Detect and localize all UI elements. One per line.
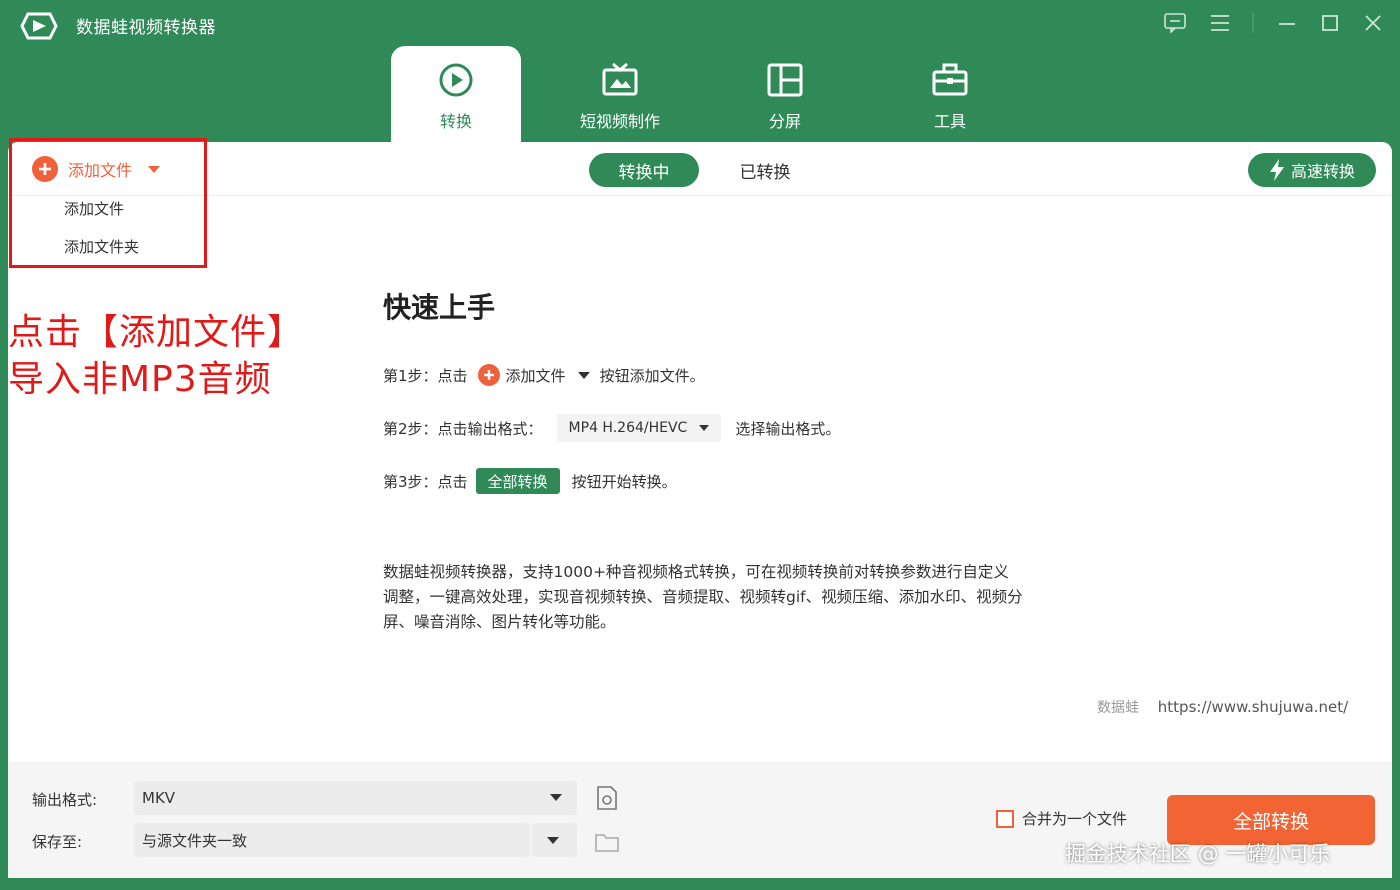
- chevron-down-icon: [699, 425, 710, 431]
- tab-converted[interactable]: 已转换: [730, 153, 800, 187]
- tab-short-video[interactable]: 短视频制作: [555, 46, 685, 142]
- divider: [1238, 8, 1268, 38]
- watermark-text: 掘金技术社区 @ 一罐小可乐: [1065, 842, 1331, 866]
- output-format-select[interactable]: MKV: [134, 781, 577, 815]
- chevron-down-icon: [577, 371, 590, 379]
- site-brand: 数据蛙: [1097, 700, 1139, 716]
- save-to-label: 保存至:: [32, 833, 83, 851]
- convert-icon: [439, 63, 473, 97]
- step-2-suffix: 选择输出格式。: [735, 419, 841, 438]
- step-2-format-chip: MP4 H.264/HEVC: [556, 414, 722, 442]
- tab-tools[interactable]: 工具: [885, 46, 1015, 142]
- split-screen-icon: [767, 63, 803, 97]
- tab-convert[interactable]: 转换: [391, 46, 521, 142]
- convert-toolbar: 添加文件: [8, 142, 1392, 196]
- folder-icon[interactable]: [594, 829, 620, 855]
- step-1-prefix: 第1步：点击: [383, 366, 468, 385]
- annotation-line-2: 导入非MP3音频: [8, 359, 272, 400]
- merge-checkbox[interactable]: [996, 809, 1014, 828]
- fast-convert-button[interactable]: 高速转换: [1248, 153, 1376, 187]
- annotation-highlight-box: [9, 138, 207, 268]
- title-bar: 数据蛙视频转换器: [0, 0, 1400, 50]
- step-1-suffix: 按钮添加文件。: [599, 366, 705, 385]
- chevron-down-icon[interactable]: [547, 837, 559, 844]
- toolbox-icon: [932, 63, 968, 96]
- step-3-convert-all-chip: 全部转换: [475, 468, 560, 494]
- lightning-icon: [1269, 159, 1284, 181]
- plus-icon: [477, 364, 500, 386]
- tab-converting[interactable]: 转换中: [589, 153, 699, 187]
- fast-convert-label: 高速转换: [1290, 162, 1355, 181]
- step-3-prefix: 第3步：点击: [383, 472, 468, 491]
- chevron-down-icon[interactable]: [550, 794, 562, 801]
- annotation-line-1: 点击【添加文件】: [8, 312, 305, 353]
- main-panel: 添加文件 添加文件 添加文件夹: [8, 142, 1392, 762]
- output-format-value: MKV: [142, 789, 176, 807]
- tab-label: 分屏: [768, 112, 801, 131]
- step-1: 第1步：点击 添加文件 按钮添加文件。: [383, 360, 705, 390]
- step-3-suffix: 按钮开始转换。: [571, 472, 677, 491]
- step-3: 第3步：点击 全部转换 按钮开始转换。: [383, 466, 677, 496]
- output-format-label: 输出格式:: [32, 791, 98, 809]
- maximize-icon[interactable]: [1315, 8, 1345, 38]
- app-logo-icon: [20, 12, 58, 40]
- step-1-chip-label: 添加文件: [505, 366, 566, 385]
- merge-option[interactable]: 合并为一个文件: [996, 808, 1127, 829]
- step-1-add-file-chip: 添加文件: [477, 364, 590, 386]
- save-to-value: 与源文件夹一致: [142, 831, 248, 850]
- tab-label: 转换: [439, 112, 472, 131]
- website-link[interactable]: https://www.shujuwa.net/: [1158, 698, 1348, 716]
- app-description: 数据蛙视频转换器，支持1000+种音视频格式转换，可在视频转换前对转换参数进行自…: [383, 563, 1023, 631]
- feedback-icon[interactable]: [1160, 8, 1190, 38]
- quickstart-title: 快速上手: [383, 291, 496, 324]
- save-to-select[interactable]: 与源文件夹一致: [134, 823, 530, 857]
- merge-label: 合并为一个文件: [1022, 810, 1128, 828]
- step-2-chip-label: MP4 H.264/HEVC: [568, 420, 688, 436]
- close-icon[interactable]: [1358, 8, 1388, 38]
- website-footer: 数据蛙 https://www.shujuwa.net/: [1097, 697, 1348, 717]
- step-2-prefix: 第2步：点击输出格式：: [383, 419, 543, 438]
- settings-file-icon[interactable]: [594, 785, 620, 811]
- menu-icon[interactable]: [1205, 8, 1235, 38]
- app-title: 数据蛙视频转换器: [76, 18, 216, 38]
- tab-label: 工具: [933, 112, 966, 131]
- minimize-icon[interactable]: [1272, 8, 1302, 38]
- tv-icon: [602, 62, 638, 96]
- step-2: 第2步：点击输出格式： MP4 H.264/HEVC 选择输出格式。: [383, 413, 840, 443]
- tab-split-screen[interactable]: 分屏: [720, 46, 850, 142]
- tab-label: 短视频制作: [579, 112, 660, 131]
